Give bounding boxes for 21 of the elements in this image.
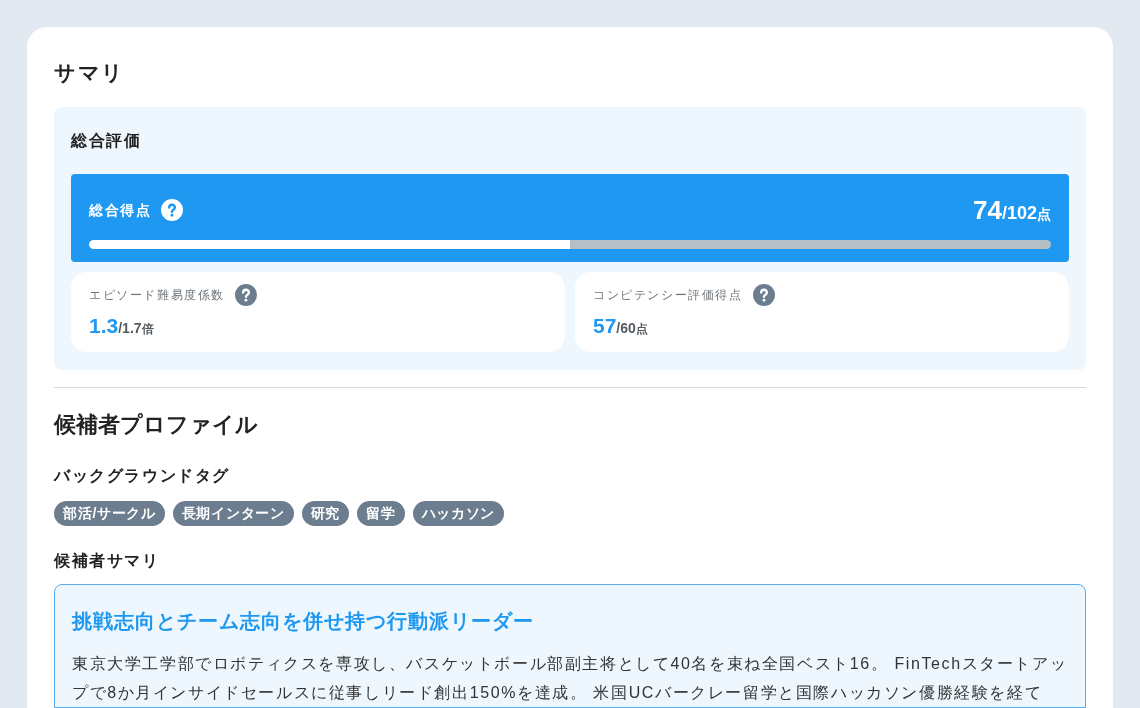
- help-icon[interactable]: [235, 284, 257, 306]
- tag-chip: 研究: [301, 501, 350, 526]
- section-title: サマリ: [54, 60, 125, 86]
- summary-headline: 挑戦志向とチーム志向を併せ持つ行動派リーダー: [72, 609, 535, 634]
- metric-label: コンピテンシー評価得点: [593, 287, 743, 304]
- tag-chip: ハッカソン: [412, 501, 504, 526]
- section-title: 候補者プロファイル: [54, 411, 258, 439]
- summary-body: 東京大学工学部でロボティクスを専攻し、バスケットボール部副主将として40名を束ね全国ベスト16。 FinTechスタートアップで8か月インサイドセールスに従事しリード創出150%を達成。 米国UCバークレー留学と国際ハッカソン優勝経験を経て: [72, 654, 1068, 703]
- subsection-heading: バックグラウンドタグ: [54, 466, 230, 486]
- tag-chip: 部活/サークル: [54, 501, 165, 526]
- metric-label: エピソード難易度係数: [89, 287, 225, 304]
- metric-value: 57/60点: [593, 313, 648, 339]
- subsection-heading: 候補者サマリ: [54, 551, 160, 571]
- panel-heading: 総合評価: [71, 131, 142, 151]
- total-score-label: 総合得点: [89, 201, 152, 220]
- metric-value: 1.3/1.7倍: [89, 313, 154, 339]
- total-score-value: 74/102点: [973, 196, 1051, 224]
- help-icon[interactable]: [161, 199, 184, 221]
- tag-chip: 留学: [357, 501, 405, 526]
- help-icon[interactable]: [752, 284, 775, 306]
- tag-chip: 長期インターン: [172, 501, 294, 526]
